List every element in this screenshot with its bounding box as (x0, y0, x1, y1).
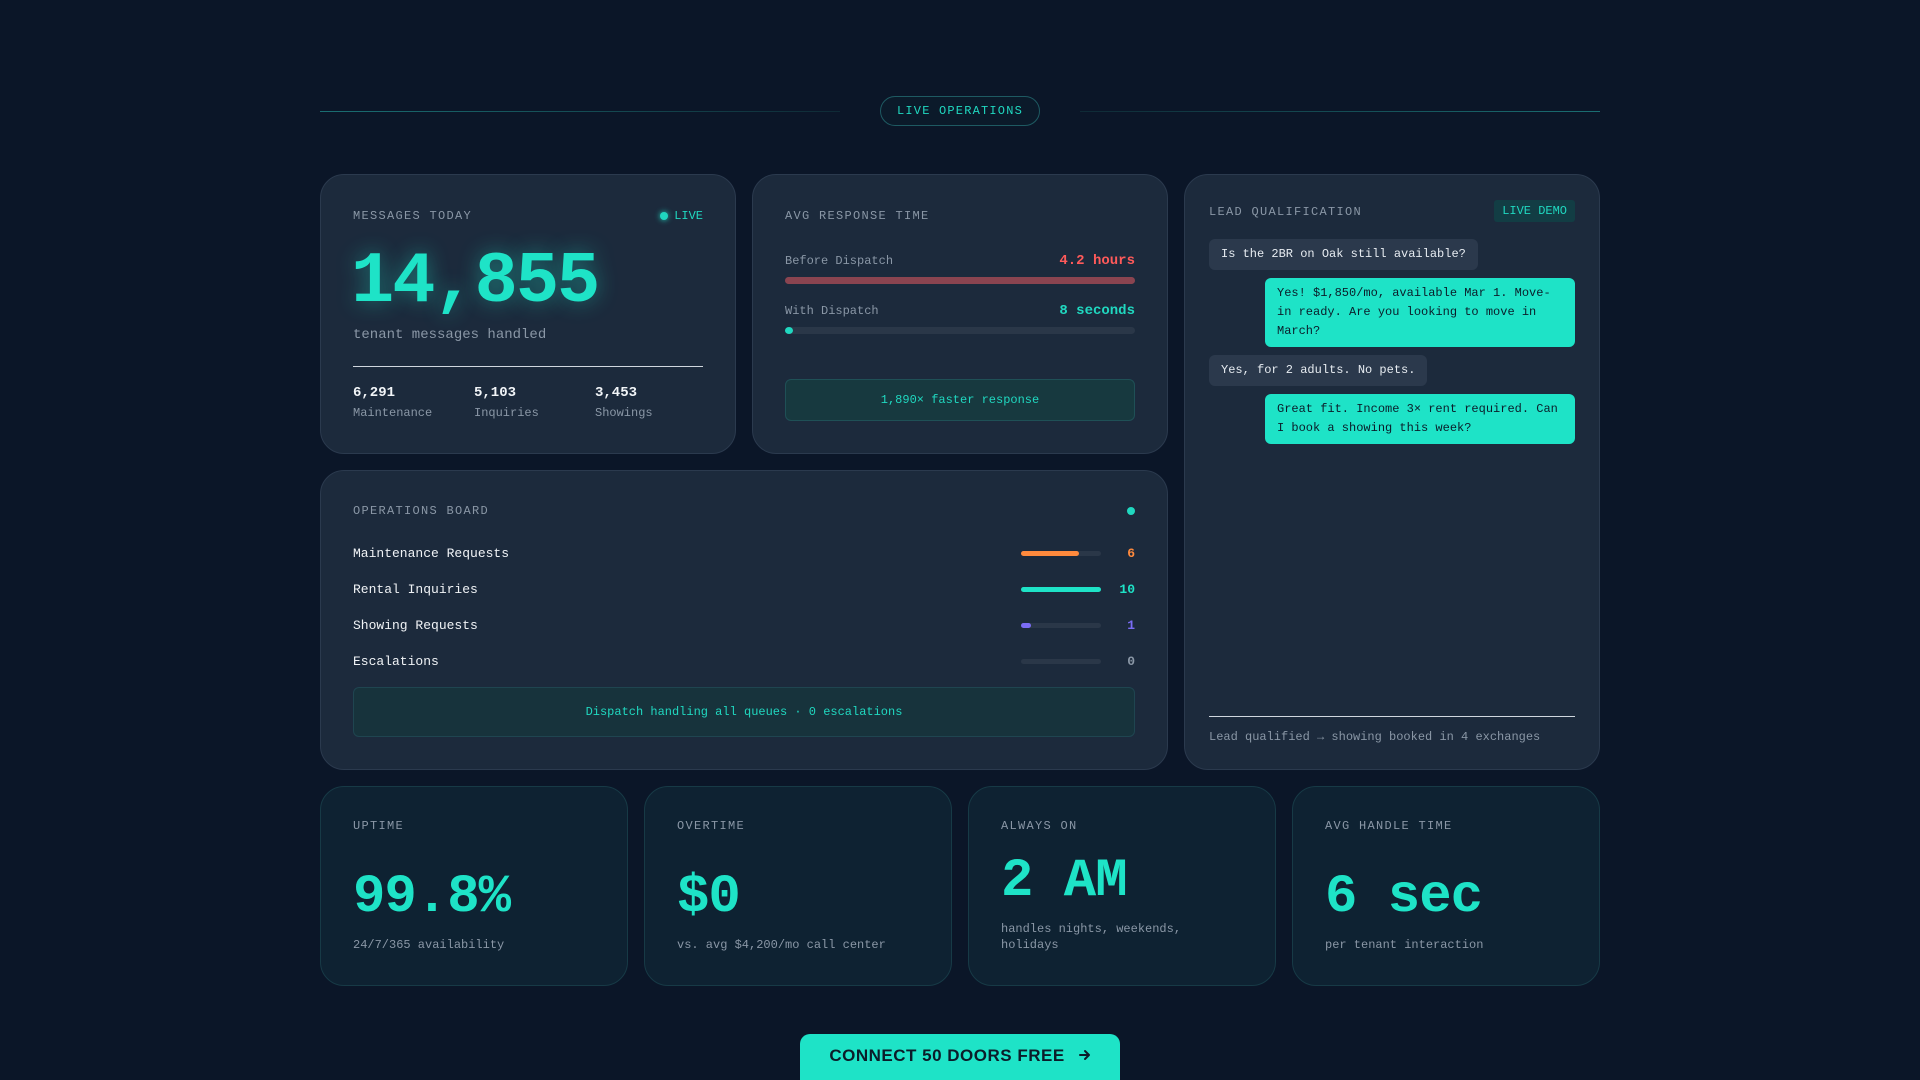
stat-label: Showings (595, 406, 653, 420)
response-label: AVG RESPONSE TIME (785, 209, 930, 223)
chat-transcript: Is the 2BR on Oak still available? Yes! … (1209, 239, 1575, 444)
handle-time-label: AVG HANDLE TIME (1325, 819, 1453, 833)
always-on-value: 2 AM (1001, 851, 1128, 912)
stat-maintenance: 6,291 Maintenance (353, 385, 474, 420)
always-on-card: ALWAYS ON 2 AM handles nights, weekends,… (968, 786, 1276, 986)
handle-time-subtitle: per tenant interaction (1325, 938, 1484, 952)
with-dispatch-fill (785, 327, 793, 334)
lead-divider (1209, 716, 1575, 717)
stat-value: 5,103 (474, 385, 517, 401)
overtime-subtitle: vs. avg $4,200/mo call center (677, 938, 886, 952)
operations-board-card: OPERATIONS BOARD Maintenance Requests 6 … (320, 470, 1168, 770)
live-indicator: LIVE (660, 209, 703, 223)
with-dispatch-bar (785, 327, 1135, 334)
handle-time-value: 6 sec (1325, 867, 1483, 928)
lead-outcome-note: Lead qualified → showing booked in 4 exc… (1209, 730, 1541, 744)
ops-row-count: 6 (1127, 545, 1135, 561)
stat-label: Maintenance (353, 406, 433, 420)
stat-label: Inquiries (474, 406, 539, 420)
faster-response-banner: 1,890× faster response (785, 379, 1135, 421)
stat-showings: 3,453 Showings (595, 385, 716, 420)
operations-board-label: OPERATIONS BOARD (353, 504, 490, 518)
overtime-card: OVERTIME $0 vs. avg $4,200/mo call cente… (644, 786, 952, 986)
ops-row-bar (1021, 586, 1101, 592)
ops-row-showing: Showing Requests 1 (353, 615, 1135, 635)
connect-doors-button[interactable]: CONNECT 50 DOORS FREE (800, 1034, 1120, 1080)
live-demo-badge: LIVE DEMO (1494, 200, 1575, 222)
uptime-label: UPTIME (353, 819, 405, 833)
ops-row-label: Escalations (353, 653, 439, 669)
live-dot-icon (660, 212, 669, 220)
ops-row-bar (1021, 550, 1101, 556)
stat-inquiries: 5,103 Inquiries (474, 385, 595, 420)
ops-row-bar (1021, 658, 1101, 664)
with-dispatch-value: 8 seconds (1059, 303, 1135, 319)
ops-row-fill (1021, 622, 1031, 628)
lead-qualification-card: LEAD QUALIFICATION LIVE DEMO Is the 2BR … (1184, 174, 1600, 770)
messages-today-label: MESSAGES TODAY (353, 209, 473, 223)
ops-row-count: 1 (1127, 617, 1135, 633)
with-dispatch-label: With Dispatch (785, 304, 879, 318)
ops-row-rental: Rental Inquiries 10 (353, 579, 1135, 599)
uptime-value: 99.8% (353, 867, 511, 928)
with-dispatch-row: With Dispatch 8 seconds (785, 303, 1135, 334)
before-dispatch-fill (785, 277, 1135, 284)
avg-handle-time-card: AVG HANDLE TIME 6 sec per tenant interac… (1292, 786, 1600, 986)
chat-message-dispatch: Great fit. Income 3× rent required. Can … (1265, 394, 1575, 444)
messages-subtitle: tenant messages handled (353, 327, 547, 343)
before-dispatch-bar (785, 277, 1135, 284)
messages-today-card: MESSAGES TODAY LIVE 14,855 tenant messag… (320, 174, 736, 454)
before-dispatch-value: 4.2 hours (1059, 253, 1135, 269)
ops-row-fill (1021, 550, 1079, 556)
ops-row-label: Showing Requests (353, 617, 478, 633)
messages-breakdown: 6,291 Maintenance 5,103 Inquiries 3,453 … (353, 385, 716, 420)
live-label: LIVE (674, 209, 703, 223)
ops-status-banner: Dispatch handling all queues · 0 escalat… (353, 687, 1135, 737)
header-divider-left (320, 111, 840, 112)
cta-label: CONNECT 50 DOORS FREE (829, 1046, 1065, 1065)
ops-row-escalations: Escalations 0 (353, 651, 1135, 671)
status-dot-icon (1127, 507, 1135, 515)
header-divider-right (1080, 111, 1600, 112)
ops-row-label: Rental Inquiries (353, 581, 478, 597)
ops-row-count: 0 (1127, 653, 1135, 669)
stat-value: 6,291 (353, 385, 396, 401)
ops-row-maintenance: Maintenance Requests 6 (353, 543, 1135, 563)
messages-divider (353, 366, 703, 367)
always-on-label: ALWAYS ON (1001, 819, 1078, 833)
live-operations-badge: LIVE OPERATIONS (880, 96, 1040, 126)
messages-count: 14,855 (351, 241, 600, 323)
ops-row-fill (1021, 586, 1101, 592)
always-on-subtitle: handles nights, weekends, holidays (1001, 922, 1182, 952)
uptime-card: UPTIME 99.8% 24/7/365 availability (320, 786, 628, 986)
overtime-label: OVERTIME (677, 819, 746, 833)
arrow-right-icon (1078, 1046, 1091, 1066)
uptime-subtitle: 24/7/365 availability (353, 938, 505, 952)
chat-message-dispatch: Yes! $1,850/mo, available Mar 1. Move-in… (1265, 278, 1575, 347)
stat-value: 3,453 (595, 385, 638, 401)
ops-row-count: 10 (1119, 581, 1135, 597)
before-dispatch-label: Before Dispatch (785, 254, 894, 268)
before-dispatch-row: Before Dispatch 4.2 hours (785, 253, 1135, 284)
lead-qualification-label: LEAD QUALIFICATION (1209, 205, 1363, 219)
chat-message-tenant: Is the 2BR on Oak still available? (1209, 239, 1478, 270)
ops-row-label: Maintenance Requests (353, 545, 510, 561)
overtime-value: $0 (677, 867, 741, 928)
ops-row-bar (1021, 622, 1101, 628)
chat-message-tenant: Yes, for 2 adults. No pets. (1209, 355, 1428, 386)
avg-response-time-card: AVG RESPONSE TIME Before Dispatch 4.2 ho… (752, 174, 1168, 454)
